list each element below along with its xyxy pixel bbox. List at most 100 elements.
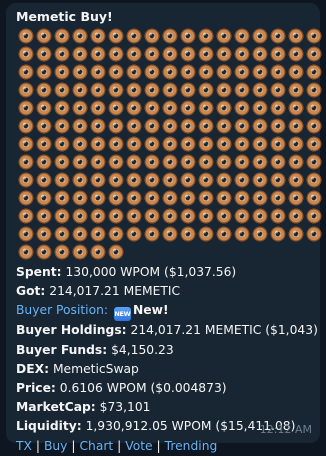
doughnut-icon [252,208,268,224]
doughnut-icon [198,226,214,242]
doughnut-icon [306,118,322,134]
price-line: Price: 0.6106 WPOM ($0.004873) [16,379,312,398]
doughnut-icon [162,28,178,44]
doughnut-icon [252,190,268,206]
doughnut-icon [306,100,322,116]
doughnut-icon [90,118,106,134]
doughnut-icon [18,82,34,98]
buy-link[interactable]: Buy [44,439,68,453]
doughnut-icon [126,46,142,62]
funds-line: Buyer Funds: $4,150.23 [16,341,312,360]
doughnut-icon [270,172,286,188]
doughnut-icon [252,46,268,62]
doughnut-icon [126,136,142,152]
doughnut-icon [108,172,124,188]
doughnut-icon [126,208,142,224]
doughnut-icon [126,118,142,134]
spent-label: Spent: [16,265,62,279]
doughnut-icon [18,64,34,80]
doughnut-icon [270,118,286,134]
got-line: Got: 214,017.21 MEMETIC [16,282,312,301]
separator: | [156,438,161,453]
doughnut-icon [234,208,250,224]
doughnut-icon [180,46,196,62]
doughnut-icon [180,208,196,224]
doughnut-icon [36,46,52,62]
doughnut-icon [180,226,196,242]
doughnut-icon [216,46,232,62]
doughnut-icon [72,226,88,242]
holdings-label: Buyer Holdings: [16,323,127,338]
doughnut-icon [234,136,250,152]
doughnut-icon [72,136,88,152]
doughnut-icon [234,64,250,80]
marketcap-label: MarketCap: [16,400,96,415]
doughnut-icon [90,64,106,80]
doughnut-icon [108,28,124,44]
doughnut-icon [72,118,88,134]
new-text: New! [132,303,169,318]
doughnut-icon [126,82,142,98]
doughnut-icon [72,82,88,98]
doughnut-icon [72,46,88,62]
doughnut-icon [54,82,70,98]
doughnut-icon [126,172,142,188]
doughnut-icon [108,244,124,260]
doughnut-icon [144,136,160,152]
doughnut-icon [18,118,34,134]
doughnut-icon [180,172,196,188]
doughnut-icon [72,154,88,170]
doughnut-icon [216,82,232,98]
doughnut-icon [306,208,322,224]
doughnut-icon [216,172,232,188]
funds-value: $4,150.23 [111,342,174,357]
doughnut-icon [54,100,70,116]
doughnut-icon [180,154,196,170]
doughnut-icon [126,190,142,206]
doughnut-icon [252,28,268,44]
trending-link[interactable]: Trending [165,439,218,453]
doughnut-icon [72,190,88,206]
doughnut-icon [54,244,70,260]
doughnut-icon [306,154,322,170]
doughnut-icon [36,244,52,260]
doughnut-icon [54,190,70,206]
doughnut-icon [198,208,214,224]
doughnut-icon [18,244,34,260]
doughnut-icon [306,28,322,44]
holdings-value: 214,017.21 MEMETIC ($1,043) [130,323,318,338]
doughnut-icon [252,118,268,134]
doughnut-icon [90,136,106,152]
doughnut-icon [198,82,214,98]
message-time: 12:12 AM [259,423,312,436]
doughnut-icon [234,118,250,134]
dex-line: DEX: MemeticSwap [16,360,312,379]
doughnut-icon [288,154,304,170]
doughnut-icon [144,82,160,98]
doughnut-icon [144,100,160,116]
doughnut-icon [252,64,268,80]
doughnut-icon [54,154,70,170]
doughnut-icon [234,154,250,170]
tx-link[interactable]: TX [16,439,32,453]
doughnut-icon [36,154,52,170]
doughnut-icon [36,64,52,80]
doughnut-icon [234,82,250,98]
vote-link[interactable]: Vote [125,439,152,453]
doughnut-icon [144,46,160,62]
doughnut-icon [72,64,88,80]
doughnut-icon [288,28,304,44]
doughnut-icon [288,100,304,116]
doughnut-icon [108,100,124,116]
new-button-icon: NEW [113,307,131,322]
chart-link[interactable]: Chart [79,439,113,453]
doughnut-icon [234,100,250,116]
doughnut-icon [108,118,124,134]
doughnut-icon [270,46,286,62]
doughnut-icon [108,208,124,224]
doughnut-icon [216,208,232,224]
doughnut-icon [72,100,88,116]
doughnut-icon [90,226,106,242]
doughnut-icon [18,154,34,170]
buyer-position-link[interactable]: Buyer Position: [16,303,108,317]
